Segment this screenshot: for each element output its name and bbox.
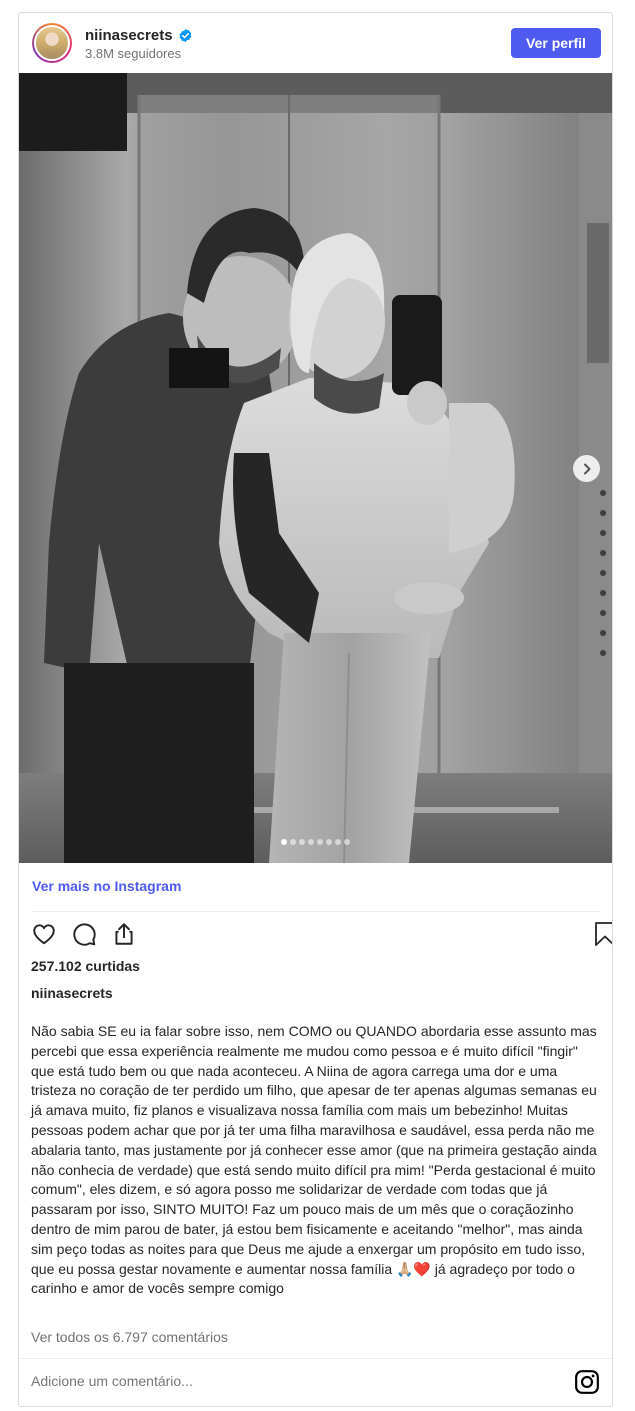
view-profile-button[interactable]: Ver perfil [511,28,601,58]
carousel-dot [326,839,332,845]
carousel-dot [290,839,296,845]
divider [19,1358,612,1359]
add-comment-input[interactable] [31,1373,551,1389]
follower-count: 3.8M seguidores [85,46,182,61]
post-image[interactable] [19,73,612,863]
like-button[interactable] [29,919,59,949]
carousel-dot [335,839,341,845]
view-more-link[interactable]: Ver mais no Instagram [32,878,181,894]
carousel-dot [308,839,314,845]
post-photo [19,73,612,863]
chevron-right-icon [583,463,590,474]
action-bar [29,919,612,949]
caption-username[interactable]: niinasecrets [31,985,113,1001]
divider [31,911,600,912]
save-button[interactable] [590,919,612,949]
post-caption: Não sabia SE eu ia falar sobre isso, nem… [31,1023,597,1297]
comment-icon [73,923,96,946]
avatar[interactable] [32,23,72,63]
carousel-dot [299,839,305,845]
bookmark-icon [595,922,612,946]
share-icon [115,923,133,945]
post-header: niinasecrets 3.8M seguidores Ver perfil [19,13,612,73]
username[interactable]: niinasecrets [85,27,173,44]
carousel-dot [317,839,323,845]
view-all-comments-link[interactable]: Ver todos os 6.797 comentários [31,1329,228,1345]
username-row: niinasecrets [85,27,193,44]
carousel-indicators [19,839,612,845]
instagram-icon[interactable] [574,1369,600,1395]
carousel-next-button[interactable] [573,455,600,482]
heart-icon [33,924,55,945]
like-count[interactable]: 257.102 curtidas [31,958,140,974]
share-button[interactable] [109,919,139,949]
instagram-embed-card: niinasecrets 3.8M seguidores Ver perfil [18,12,613,1407]
avatar-image [34,25,70,61]
carousel-dot [281,839,287,845]
carousel-dot [344,839,350,845]
verified-badge-icon [179,28,191,43]
comment-button[interactable] [69,919,99,949]
